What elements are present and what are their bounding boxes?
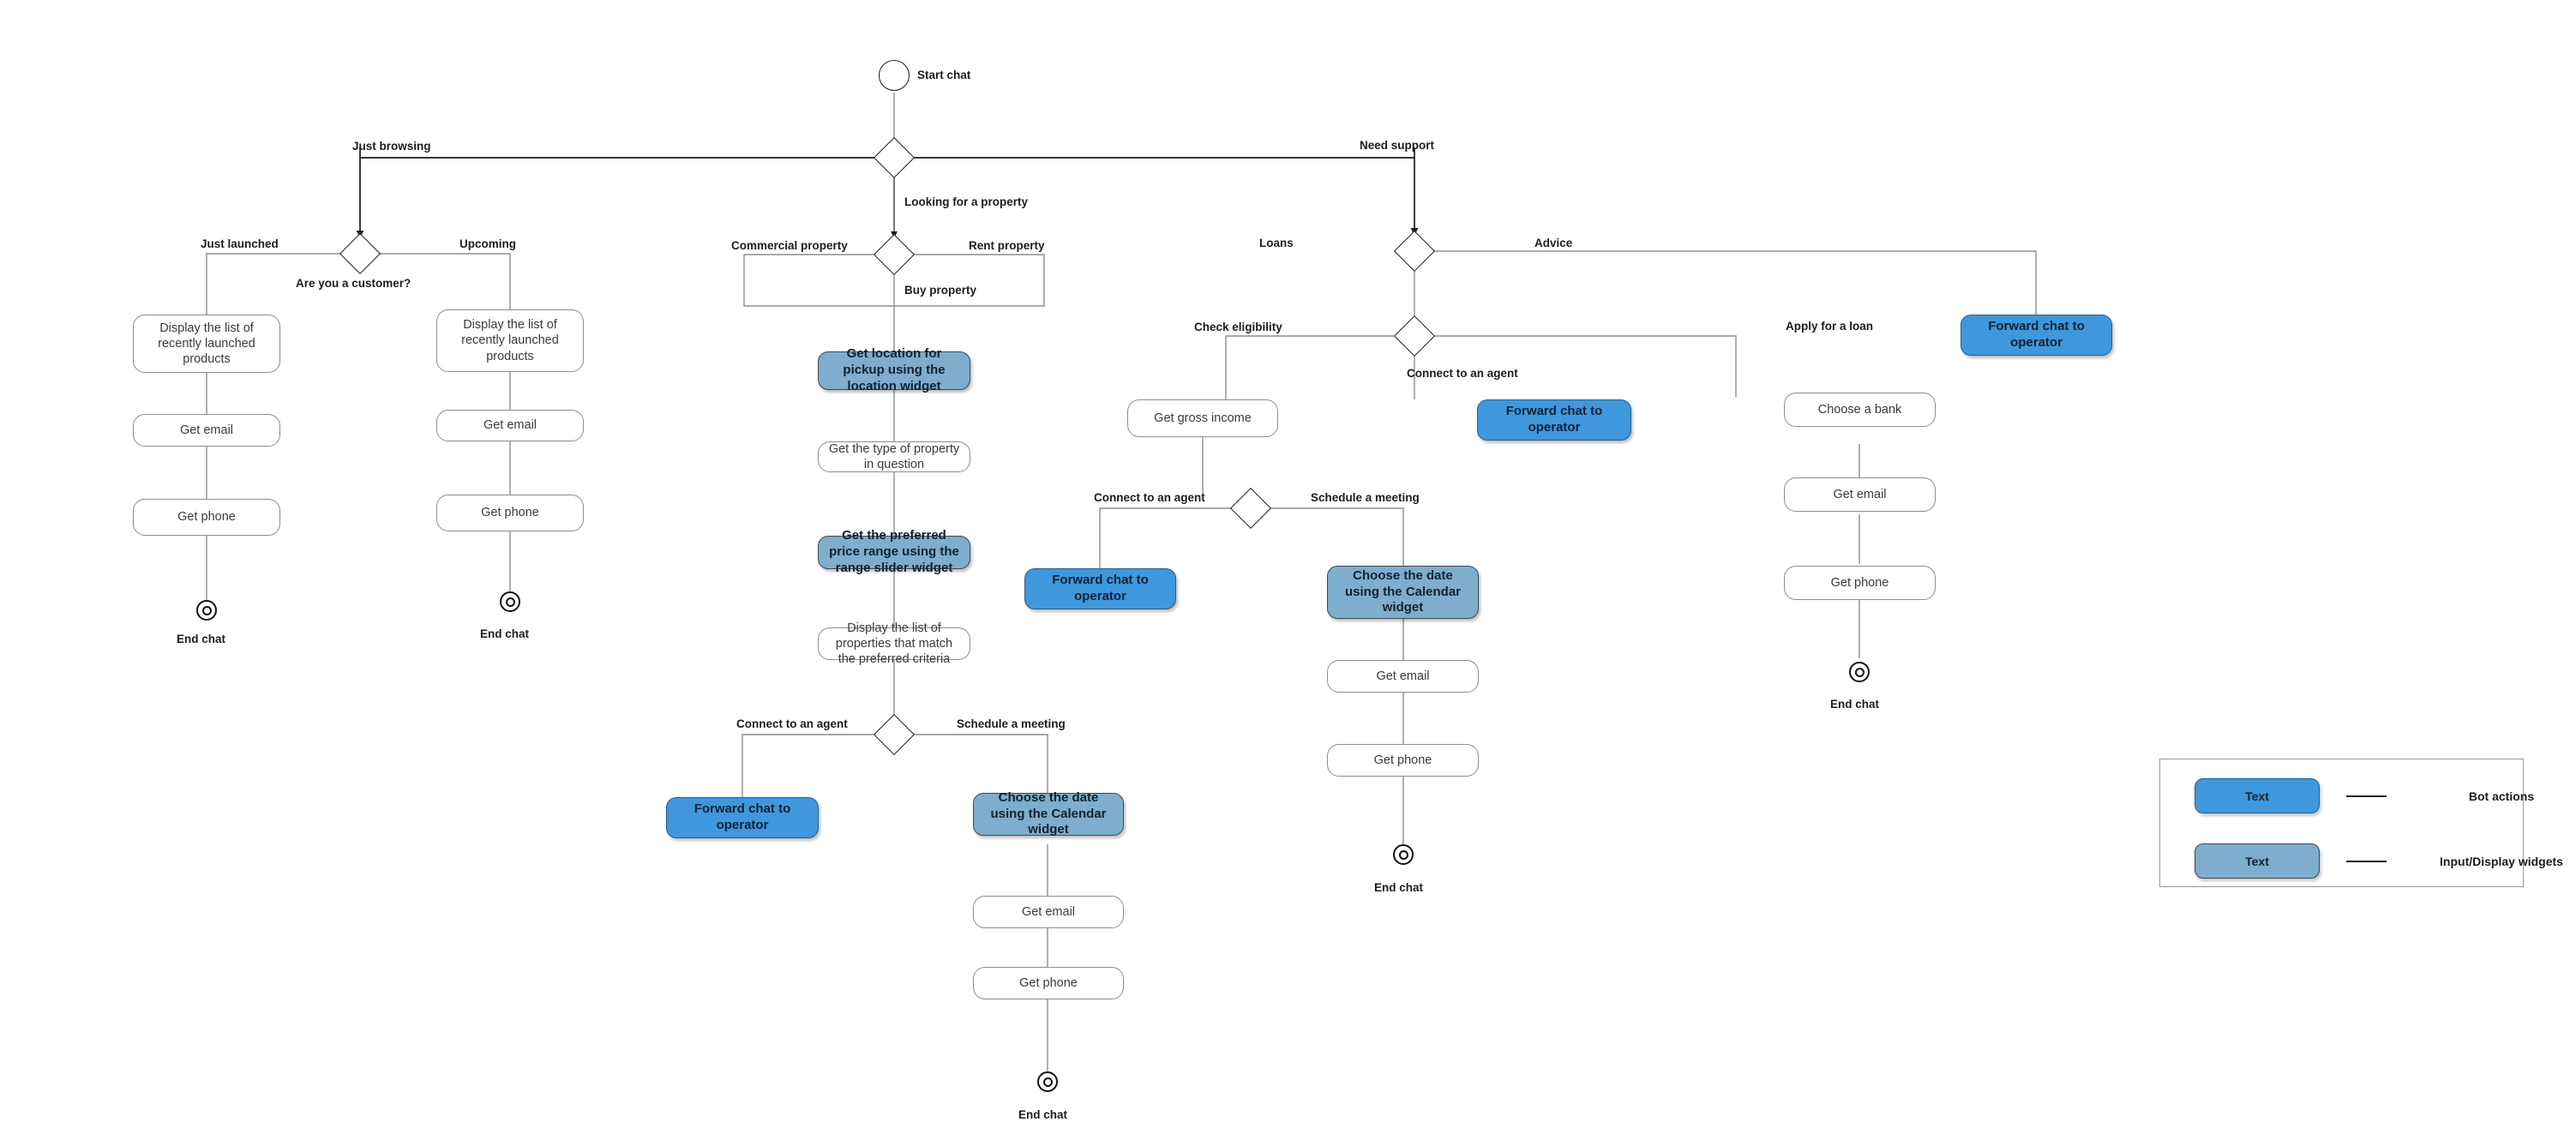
edge-label-are-you-a-customer: Are you a customer? [296, 277, 411, 290]
node-get-email-buy[interactable]: Get email [973, 896, 1124, 928]
end-node-label-upcoming: End chat [480, 627, 530, 640]
legend-label-input-display-widgets: Input/Display widgets [2440, 855, 2563, 868]
start-node-circle[interactable] [879, 60, 910, 91]
end-node-label-loans: End chat [1374, 881, 1424, 894]
decision-root[interactable] [873, 136, 916, 179]
edge-label-check-eligibility: Check eligibility [1194, 321, 1282, 333]
end-node-label-buy: End chat [1018, 1108, 1068, 1121]
node-forward-operator-buy[interactable]: Forward chat to operator [666, 797, 819, 838]
node-get-email-left[interactable]: Get email [133, 414, 280, 447]
legend-label-bot-actions: Bot actions [2468, 789, 2535, 803]
decision-buy-followup[interactable] [873, 713, 916, 756]
edge-label-connect-to-an-agent-buy: Connect to an agent [736, 717, 848, 730]
node-get-phone-loans[interactable]: Get phone [1327, 744, 1479, 777]
edge-label-rent-property: Rent property [969, 239, 1045, 252]
end-node-upcoming[interactable] [500, 591, 520, 612]
edge-label-advice: Advice [1534, 237, 1573, 249]
start-node-label: Start chat [917, 69, 971, 81]
node-get-phone-apply[interactable]: Get phone [1784, 566, 1936, 600]
node-get-email-loans[interactable]: Get email [1327, 660, 1479, 693]
edge-label-just-launched: Just launched [201, 237, 279, 250]
node-forward-operator-advice[interactable]: Forward chat to operator [1961, 315, 2112, 356]
flowchart-canvas: Start chat Just browsing Looking for a p… [0, 0, 2576, 1140]
end-node-loans[interactable] [1393, 844, 1414, 865]
edge-label-schedule-a-meeting-buy: Schedule a meeting [957, 717, 1066, 730]
node-get-property-type[interactable]: Get the type of property in question [818, 441, 970, 472]
decision-loans-action[interactable] [1393, 315, 1436, 357]
legend-swatch-bot-action: Text [2195, 778, 2320, 813]
node-get-phone-upcoming[interactable]: Get phone [436, 495, 584, 531]
node-get-email-apply[interactable]: Get email [1784, 477, 1936, 512]
edge-label-connect-to-an-agent-loans: Connect to an agent [1094, 491, 1205, 504]
edge-label-upcoming: Upcoming [459, 237, 516, 250]
legend-rule-bot-action [2346, 795, 2387, 797]
node-choose-a-bank[interactable]: Choose a bank [1784, 393, 1936, 427]
node-get-phone-left[interactable]: Get phone [133, 499, 280, 536]
decision-loans-followup[interactable] [1229, 487, 1272, 530]
node-choose-date-widget-loans[interactable]: Choose the date using the Calendar widge… [1327, 566, 1479, 619]
node-display-matching-properties[interactable]: Display the list of properties that matc… [818, 621, 970, 666]
node-forward-operator-support[interactable]: Forward chat to operator [1477, 399, 1631, 441]
edge-label-loans: Loans [1259, 237, 1294, 249]
legend-swatch-input-display-widget: Text [2195, 843, 2320, 879]
edge-label-apply-for-a-loan: Apply for a loan [1786, 320, 1874, 333]
end-node-left[interactable] [196, 600, 217, 621]
end-node-label-left: End chat [177, 633, 226, 645]
edge-label-looking-for-a-property: Looking for a property [904, 195, 1029, 208]
edge-label-just-browsing: Just browsing [352, 140, 431, 153]
node-display-recent-left[interactable]: Display the list of recently launched pr… [133, 315, 280, 373]
decision-are-you-a-customer[interactable] [339, 232, 381, 275]
node-get-gross-income[interactable]: Get gross income [1127, 399, 1278, 437]
node-get-email-upcoming[interactable]: Get email [436, 410, 584, 441]
end-node-buy[interactable] [1037, 1071, 1058, 1092]
decision-property-intent[interactable] [873, 233, 916, 276]
end-node-apply[interactable] [1849, 662, 1870, 682]
node-display-recent-upcoming[interactable]: Display the list of recently launched pr… [436, 309, 584, 372]
edge-label-buy-property: Buy property [904, 284, 977, 297]
node-get-location-widget[interactable]: Get location for pickup using the locati… [818, 346, 970, 393]
edge-label-commercial-property: Commercial property [731, 239, 848, 252]
node-forward-operator-loans[interactable]: Forward chat to operator [1024, 568, 1176, 609]
node-get-phone-buy[interactable]: Get phone [973, 967, 1124, 999]
end-node-label-apply: End chat [1830, 698, 1880, 711]
edge-label-need-support: Need support [1360, 139, 1435, 152]
edge-label-connect-to-an-agent-support: Connect to an agent [1407, 367, 1518, 380]
legend-panel: Text Bot actions Text Input/Display widg… [2159, 759, 2563, 887]
node-choose-date-widget-buy[interactable]: Choose the date using the Calendar widge… [973, 790, 1124, 837]
connector-wires [206, 93, 2037, 1071]
node-get-price-range-widget[interactable]: Get the preferred price range using the … [818, 528, 970, 575]
edge-label-schedule-a-meeting-loans: Schedule a meeting [1311, 491, 1420, 504]
legend-rule-input-display-widget [2346, 861, 2387, 862]
decision-support-topic[interactable] [1393, 230, 1436, 273]
